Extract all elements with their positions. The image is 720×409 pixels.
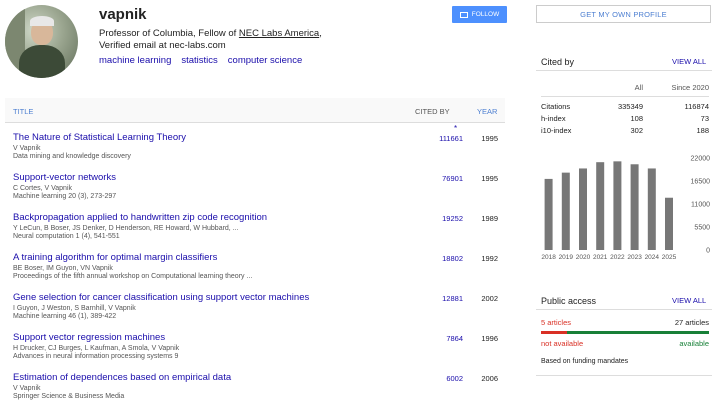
divider [536,375,712,376]
sort-by-title[interactable]: TITLE [13,107,33,116]
y-tick-label: 5500 [694,225,710,232]
article-authors: C Cortes, V Vapnik [13,185,73,192]
article-row: Gene selection for cancer classification… [13,292,503,320]
cited-by-view-all[interactable]: VIEW ALL [672,57,706,66]
public-access-view-all[interactable]: VIEW ALL [672,296,706,305]
verified-email: Verified email at nec-labs.com [99,40,226,51]
article-authors: BE Boser, IM Guyon, VN Vapnik [13,265,113,272]
research-interests: machine learning statistics computer sci… [99,55,302,66]
article-venue: Neural computation 1 (4), 541-551 [13,233,120,240]
affiliation-link[interactable]: NEC Labs America [239,28,319,39]
article-year: 1995 [481,134,498,143]
article-venue: Advances in neural information processin… [13,353,179,360]
citations-per-year-chart: 22000 16500 11000 5500 0 2018 2019 2020 2021 2022… [541,156,711,262]
citation-bar[interactable] [613,161,622,250]
public-access-title: Public access [541,296,597,306]
article-cited-count[interactable]: 6002 [413,374,463,383]
envelope-icon [459,11,468,18]
citation-bar[interactable] [596,162,605,250]
x-tick-label: 2021 [593,254,608,261]
citation-bar[interactable] [544,178,553,250]
citation-bar[interactable] [665,197,673,250]
article-cited-count[interactable]: 111661 [413,134,463,143]
article-authors: V Vapnik [13,145,41,152]
citation-stats-table: All Since 2020 Citations 335349 116874 h… [541,79,709,136]
x-tick-label: 2022 [610,254,625,261]
article-year: 1989 [481,214,498,223]
profile-avatar [5,5,78,78]
divider [536,70,712,71]
y-tick-label: 0 [706,248,710,255]
article-venue: Springer Science & Business Media [13,393,125,400]
cited-by-title: Cited by [541,57,575,67]
x-tick-label: 2020 [576,254,591,261]
sort-by-cited[interactable]: CITED BY [415,107,450,116]
sort-by-year[interactable]: YEAR [477,107,497,116]
article-row: Backpropagation applied to handwritten z… [13,212,503,240]
x-tick-label: 2019 [559,254,574,261]
x-tick-label: 2018 [541,254,556,261]
stats-row: h-index 108 73 [541,113,709,123]
article-cited-count[interactable]: 7864 [413,334,463,343]
y-tick-label: 22000 [691,156,711,163]
stats-row: Citations 335349 116874 [541,101,709,111]
article-authors: H Drucker, CJ Burges, L Kaufman, A Smola… [13,345,180,352]
x-tick-label: 2024 [645,254,660,261]
merged-citations-star: * [454,124,458,133]
article-authors: I Guyon, J Weston, S Barnhill, V Vapnik [13,305,136,312]
article-authors: V Vapnik [13,385,41,392]
col-all: All [634,83,643,92]
divider [536,309,712,310]
article-row: Estimation of dependences based on empir… [13,372,503,400]
article-venue: Machine learning 46 (1), 389-422 [13,313,117,320]
citation-bar[interactable] [579,168,587,250]
interest-link[interactable]: computer science [228,55,302,66]
article-cited-count[interactable]: 19252 [413,214,463,223]
article-authors: Y LeCun, B Boser, JS Denker, D Henderson… [13,225,239,232]
article-venue: Machine learning 20 (3), 273-297 [13,193,117,200]
article-venue: Proceedings of the fifth annual workshop… [13,273,253,280]
stats-row: i10-index 302 188 [541,125,709,135]
interest-link[interactable]: statistics [181,55,217,66]
article-row: Support vector regression machines H Druc… [13,332,503,360]
not-available-fill [541,331,568,334]
article-year: 2002 [481,294,498,303]
article-row: A training algorithm for optimal margin … [13,252,503,280]
article-cited-count[interactable]: 18802 [413,254,463,263]
articles-table-header: TITLE CITED BY YEAR [5,98,505,123]
interest-link[interactable]: machine learning [99,55,171,66]
citation-bar[interactable] [647,168,656,250]
col-since: Since 2020 [671,83,709,92]
article-year: 1996 [481,334,498,343]
follow-button[interactable]: FOLLOW [452,6,507,23]
y-tick-label: 11000 [691,202,710,209]
article-cited-count[interactable]: 76901 [413,174,463,183]
x-tick-label: 2025 [662,254,677,261]
article-year: 2006 [481,374,498,383]
get-own-profile-button[interactable]: GET MY OWN PROFILE [536,5,711,23]
article-row: The Nature of Statistical Learning Theor… [13,124,503,160]
available-label: available [679,339,709,348]
profile-name: vapnik [99,6,147,23]
x-tick-label: 2023 [627,254,642,261]
not-available-count[interactable]: 5 articles [541,318,571,327]
article-cited-count[interactable]: 12881 [413,294,463,303]
article-row: Support-vector networks C Cortes, V Vapni… [13,172,503,200]
available-count[interactable]: 27 articles [675,318,709,327]
profile-affiliation: Professor of Columbia, Fellow of NEC Lab… [99,28,322,39]
public-access-bar [541,331,709,334]
y-tick-label: 16500 [691,179,711,186]
citation-bar[interactable] [630,164,639,250]
not-available-label: not available [541,339,584,348]
article-year: 1992 [481,254,498,263]
funding-mandates-note: Based on funding mandates [541,358,629,365]
article-year: 1995 [481,174,498,183]
citation-bar[interactable] [561,172,570,250]
article-venue: Data mining and knowledge discovery [13,153,131,160]
